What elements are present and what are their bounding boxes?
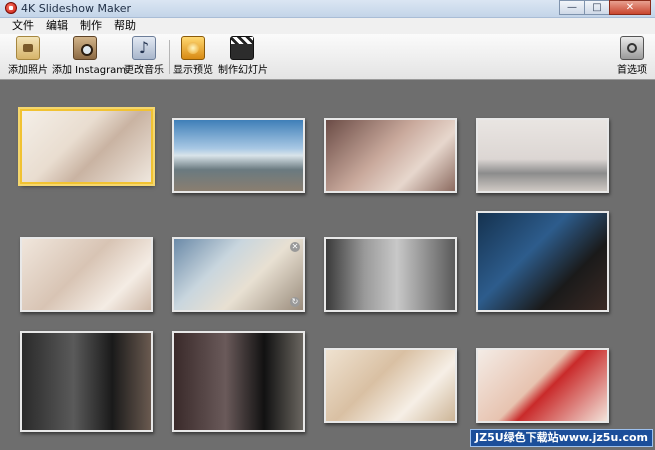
- add-instagram-label: 添加 Instagram: [52, 65, 127, 76]
- window-title: 4K Slideshow Maker: [21, 2, 131, 15]
- photo-thumbnail[interactable]: [20, 237, 153, 312]
- make-slideshow-button[interactable]: 制作幻灯片: [218, 36, 268, 77]
- photo-thumbnail[interactable]: [324, 237, 457, 312]
- photo-thumbnail[interactable]: [324, 348, 457, 423]
- show-preview-label: 显示预览: [173, 65, 213, 76]
- app-icon[interactable]: [5, 2, 17, 14]
- photo-thumbnail[interactable]: [476, 211, 609, 312]
- window-controls: — □ ✕: [559, 0, 651, 15]
- preferences-label: 首选项: [617, 65, 647, 76]
- preferences-icon: [620, 36, 644, 60]
- photo-thumbnail[interactable]: [476, 118, 609, 193]
- remove-photo-icon[interactable]: ✕: [290, 242, 300, 252]
- title-bar: 4K Slideshow Maker — □ ✕: [0, 0, 655, 18]
- photo-icon: [16, 36, 40, 60]
- change-music-label: 更改音乐: [124, 65, 164, 76]
- menu-edit[interactable]: 编辑: [40, 18, 74, 34]
- clapperboard-icon: [230, 36, 254, 60]
- rotate-photo-icon[interactable]: ↻: [290, 297, 300, 307]
- photo-thumbnail[interactable]: [20, 109, 153, 184]
- show-preview-button[interactable]: 显示预览: [173, 36, 213, 77]
- menu-help[interactable]: 帮助: [108, 18, 142, 34]
- photo-thumbnail[interactable]: [172, 118, 305, 193]
- change-music-button[interactable]: 更改音乐: [122, 36, 166, 77]
- photo-thumbnail[interactable]: [20, 331, 153, 432]
- menu-make[interactable]: 制作: [74, 18, 108, 34]
- menu-file[interactable]: 文件: [6, 18, 40, 34]
- photo-thumbnail[interactable]: ✕ ↻: [172, 237, 305, 312]
- photo-grid: ✕ ↻: [0, 80, 655, 450]
- menu-bar: 文件 编辑 制作 帮助: [0, 18, 655, 34]
- make-slideshow-label: 制作幻灯片: [218, 65, 268, 76]
- add-photo-label: 添加照片: [8, 65, 48, 76]
- close-button[interactable]: ✕: [609, 0, 651, 15]
- preview-icon: [181, 36, 205, 60]
- photo-thumbnail[interactable]: [476, 348, 609, 423]
- music-note-icon: [132, 36, 156, 60]
- photo-thumbnail[interactable]: [172, 331, 305, 432]
- photo-thumbnail[interactable]: [324, 118, 457, 193]
- preferences-button[interactable]: 首选项: [614, 36, 650, 77]
- instagram-camera-icon: [73, 36, 97, 60]
- toolbar: 添加照片 添加 Instagram 更改音乐 显示预览 制作幻灯片 首选项: [0, 34, 655, 80]
- add-instagram-button[interactable]: 添加 Instagram: [52, 36, 127, 77]
- maximize-button[interactable]: □: [584, 0, 610, 15]
- toolbar-separator: [169, 40, 170, 74]
- site-watermark: JZ5U绿色下载站www.jz5u.com: [470, 429, 653, 447]
- minimize-button[interactable]: —: [559, 0, 585, 15]
- add-photo-button[interactable]: 添加照片: [8, 36, 48, 77]
